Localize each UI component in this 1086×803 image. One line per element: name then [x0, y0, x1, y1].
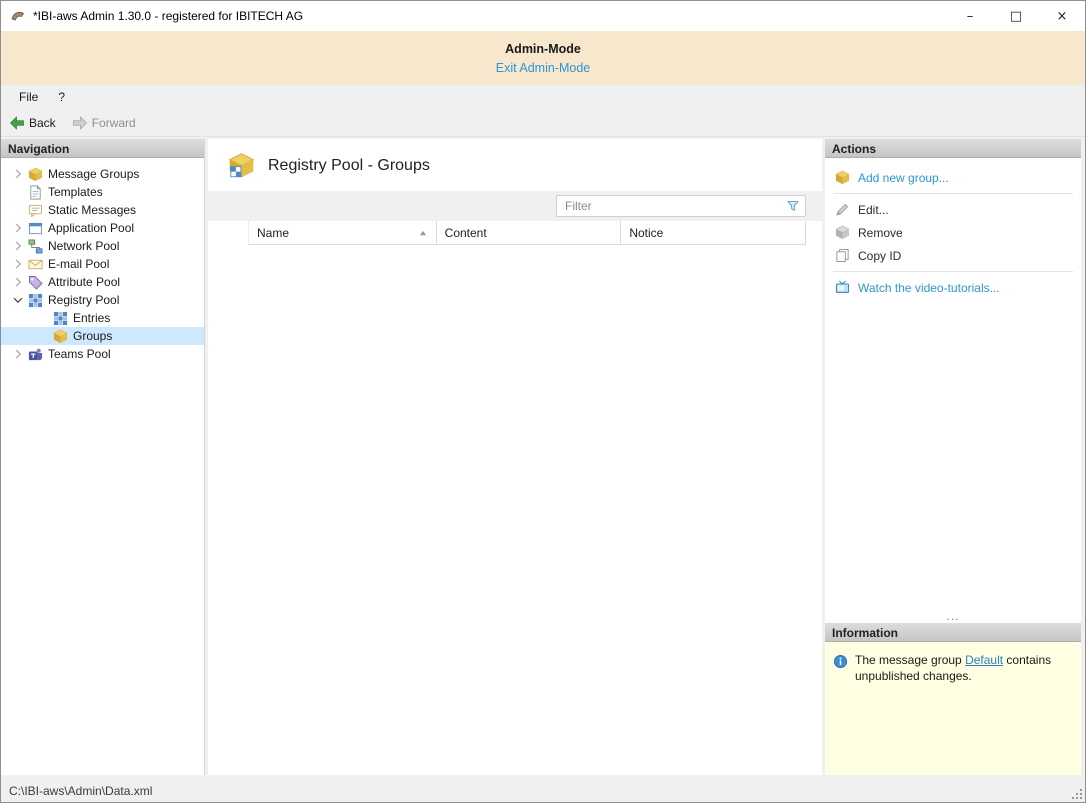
- statusbar: C:\IBI-aws\Admin\Data.xml: [1, 779, 1085, 802]
- filter-input[interactable]: [565, 199, 786, 213]
- actions-overflow[interactable]: ...: [825, 609, 1081, 623]
- information-panel: Information The message group Default co…: [825, 623, 1081, 775]
- nav-item-network-pool[interactable]: Network Pool: [1, 237, 204, 255]
- registry-grid-icon: [28, 293, 43, 308]
- window-title: *IBI-aws Admin 1.30.0 - registered for I…: [33, 9, 303, 23]
- menu-file[interactable]: File: [9, 87, 48, 107]
- add-group-icon: [835, 170, 850, 185]
- template-icon: [28, 185, 43, 200]
- navigation-panel: Navigation Message Groups Templates Stat…: [1, 139, 205, 775]
- actions-list: Add new group... Edit... Remove Copy ID: [825, 158, 1081, 299]
- chevron-down-icon[interactable]: [11, 293, 25, 307]
- table-header-row: Name Content Notice: [248, 221, 806, 245]
- static-message-icon: [28, 203, 43, 218]
- groups-table: Name Content Notice: [248, 221, 806, 245]
- copy-icon: [835, 248, 850, 263]
- maximize-button[interactable]: □: [993, 1, 1039, 31]
- filter-box: [556, 195, 806, 217]
- remove-icon: [835, 225, 850, 240]
- nav-item-teams-pool[interactable]: Teams Pool: [1, 345, 204, 363]
- toolbar: Back Forward: [1, 109, 1085, 137]
- close-button[interactable]: ×: [1039, 1, 1085, 31]
- navigation-tree: Message Groups Templates Static Messages…: [1, 158, 204, 363]
- chevron-spacer: [11, 185, 25, 199]
- chevron-right-icon[interactable]: [11, 275, 25, 289]
- column-header-name[interactable]: Name: [249, 221, 437, 244]
- column-header-notice[interactable]: Notice: [621, 221, 806, 244]
- app-window: *IBI-aws Admin 1.30.0 - registered for I…: [0, 0, 1086, 803]
- menubar: File ?: [1, 85, 1085, 109]
- content-title-row: Registry Pool - Groups: [208, 139, 822, 191]
- sort-ascending-icon: [418, 228, 428, 238]
- info-icon: [833, 654, 848, 669]
- chevron-right-icon[interactable]: [11, 167, 25, 181]
- app-logo-icon: [10, 8, 26, 24]
- nav-item-application-pool[interactable]: Application Pool: [1, 219, 204, 237]
- back-button[interactable]: Back: [9, 115, 56, 131]
- filter-funnel-icon[interactable]: [786, 199, 800, 213]
- package-icon: [53, 329, 68, 344]
- registry-groups-icon: [228, 152, 255, 179]
- menu-help[interactable]: ?: [48, 87, 75, 107]
- package-icon: [28, 167, 43, 182]
- minimize-button[interactable]: –: [947, 1, 993, 31]
- tv-icon: [835, 280, 850, 295]
- statusbar-path: C:\IBI-aws\Admin\Data.xml: [9, 784, 152, 798]
- information-box: The message group Default contains unpub…: [825, 642, 1081, 775]
- chevron-right-icon[interactable]: [11, 221, 25, 235]
- actions-separator: [833, 271, 1073, 272]
- chevron-right-icon[interactable]: [11, 257, 25, 271]
- window-controls: – □ ×: [947, 1, 1085, 31]
- nav-item-registry-pool[interactable]: Registry Pool: [1, 291, 204, 309]
- actions-separator: [833, 193, 1073, 194]
- actions-panel: Actions Add new group... Edit... Remove: [825, 139, 1081, 623]
- edit-action[interactable]: Edit...: [825, 198, 1081, 221]
- content-panel: Registry Pool - Groups Name Content Noti…: [208, 139, 822, 775]
- titlebar: *IBI-aws Admin 1.30.0 - registered for I…: [1, 1, 1085, 31]
- nav-item-static-messages[interactable]: Static Messages: [1, 201, 204, 219]
- mail-icon: [28, 257, 43, 272]
- column-header-content[interactable]: Content: [437, 221, 622, 244]
- copy-id-action[interactable]: Copy ID: [825, 244, 1081, 267]
- nav-item-message-groups[interactable]: Message Groups: [1, 165, 204, 183]
- forward-label: Forward: [92, 116, 136, 130]
- back-label: Back: [29, 116, 56, 130]
- right-panel: Actions Add new group... Edit... Remove: [825, 139, 1081, 775]
- edit-icon: [835, 202, 850, 217]
- information-header: Information: [825, 623, 1081, 642]
- network-icon: [28, 239, 43, 254]
- chevron-right-icon[interactable]: [11, 347, 25, 361]
- main-area: Navigation Message Groups Templates Stat…: [1, 137, 1085, 779]
- actions-header: Actions: [825, 139, 1081, 158]
- forward-arrow-icon: [72, 115, 88, 131]
- remove-action[interactable]: Remove: [825, 221, 1081, 244]
- filter-strip: [208, 191, 822, 221]
- forward-button[interactable]: Forward: [72, 115, 136, 131]
- chevron-spacer: [11, 203, 25, 217]
- tag-icon: [28, 275, 43, 290]
- exit-admin-mode-link[interactable]: Exit Admin-Mode: [496, 61, 590, 75]
- default-group-link[interactable]: Default: [965, 653, 1003, 667]
- back-arrow-icon: [9, 115, 25, 131]
- registry-grid-icon: [53, 311, 68, 326]
- page-title: Registry Pool - Groups: [268, 157, 430, 175]
- nav-item-templates[interactable]: Templates: [1, 183, 204, 201]
- resize-grip[interactable]: [1070, 787, 1084, 801]
- nav-item-groups[interactable]: Groups: [1, 327, 204, 345]
- application-icon: [28, 221, 43, 236]
- add-new-group-action[interactable]: Add new group...: [825, 166, 1081, 189]
- chevron-right-icon[interactable]: [11, 239, 25, 253]
- nav-item-attribute-pool[interactable]: Attribute Pool: [1, 273, 204, 291]
- nav-item-email-pool[interactable]: E-mail Pool: [1, 255, 204, 273]
- nav-item-entries[interactable]: Entries: [1, 309, 204, 327]
- information-message: The message group Default contains unpub…: [855, 653, 1070, 685]
- admin-mode-banner: Admin-Mode Exit Admin-Mode: [1, 31, 1085, 85]
- teams-icon: [28, 347, 43, 362]
- watch-video-tutorials-action[interactable]: Watch the video-tutorials...: [825, 276, 1081, 299]
- navigation-header: Navigation: [1, 139, 204, 158]
- admin-mode-title: Admin-Mode: [505, 42, 581, 56]
